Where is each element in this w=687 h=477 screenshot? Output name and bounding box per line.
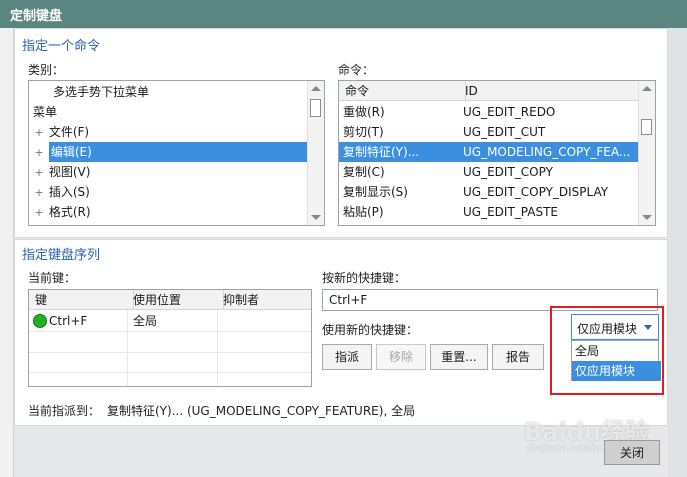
assigned-to-value: 复制特征(Y)... (UG_MODELING_COPY_FEATURE), 全…: [107, 404, 416, 418]
close-button[interactable]: 关闭: [604, 440, 660, 465]
tree-item-label: 插入(S): [48, 185, 90, 199]
current-key-row[interactable]: Ctrl+F 全局: [29, 311, 311, 332]
remove-button[interactable]: 移除: [376, 344, 426, 370]
column-header-id[interactable]: ID: [459, 81, 646, 100]
command-row[interactable]: 复制(C) UG_EDIT_COPY: [339, 162, 639, 182]
current-key-value: Ctrl+F: [49, 314, 88, 328]
scroll-thumb[interactable]: [310, 99, 321, 117]
assigned-to-label: 当前指派到：: [28, 404, 101, 418]
tree-item[interactable]: + 视图(V): [29, 162, 314, 182]
command-row[interactable]: 复制显示(S) UG_EDIT_COPY_DISPLAY: [339, 182, 639, 202]
command-row[interactable]: 剪切(T) UG_EDIT_CUT: [339, 122, 639, 142]
command-name: 剪切(T): [343, 125, 384, 139]
assign-button[interactable]: 指派: [322, 344, 372, 370]
tree-item-label: 多选手势下拉菜单: [53, 85, 150, 99]
scroll-down-icon[interactable]: [642, 215, 652, 220]
category-label: 类别：: [28, 63, 65, 77]
command-name: 复制(C): [343, 165, 385, 179]
background-window-strip: [0, 28, 14, 477]
tree-item-label: 格式(R): [48, 205, 91, 219]
tree-item[interactable]: 菜单: [29, 102, 314, 122]
expand-plus-icon[interactable]: +: [33, 183, 45, 203]
tree-item[interactable]: 多选手势下拉菜单: [29, 82, 310, 102]
command-id: UG_EDIT_COPY: [463, 165, 553, 179]
command-name: 粘贴(P): [343, 205, 384, 219]
scroll-thumb[interactable]: [641, 119, 652, 135]
reset-button[interactable]: 重置...: [430, 344, 488, 370]
command-list-header: 命令 ID: [339, 81, 646, 101]
expand-plus-icon[interactable]: +: [33, 123, 45, 143]
highlight-box: [550, 306, 664, 395]
use-new-shortcut-label: 使用新的快捷键：: [322, 323, 419, 337]
expand-plus-icon[interactable]: +: [33, 163, 45, 183]
background-window-strip-right: [668, 28, 687, 477]
assign-command-title: 指定一个命令: [22, 39, 101, 54]
command-id: UG_EDIT_CUT: [463, 125, 546, 139]
status-green-dot-icon: [33, 314, 47, 328]
report-button[interactable]: 报告: [492, 344, 544, 370]
command-row[interactable]: 重做(R) UG_EDIT_REDO: [339, 102, 639, 122]
command-id: UG_EDIT_REDO: [463, 105, 556, 119]
column-header-key[interactable]: 键: [29, 290, 134, 309]
column-header-location[interactable]: 使用位置: [127, 290, 224, 309]
table-grid-lines: [29, 372, 311, 373]
command-label: 命令：: [338, 63, 375, 77]
new-shortcut-label: 按新的快捷键：: [322, 271, 407, 285]
window-title: 定制键盘: [0, 0, 687, 28]
assign-command-panel: 指定一个命令 类别： 命令： 多选手势下拉菜单 菜单 + 文件(F) + 编辑(…: [14, 28, 668, 238]
command-row[interactable]: 粘贴(P) UG_EDIT_PASTE: [339, 202, 639, 222]
table-grid-lines: [29, 352, 311, 353]
table-grid-lines: [217, 310, 218, 386]
command-name: 复制特征(Y)...: [343, 145, 420, 159]
current-keys-table[interactable]: 键 使用位置 抑制者 Ctrl+F 全局: [28, 289, 312, 387]
tree-item-label: 视图(V): [48, 165, 91, 179]
current-key-location: 全局: [133, 314, 158, 328]
tree-item[interactable]: + 插入(S): [29, 182, 314, 202]
scroll-up-icon[interactable]: [311, 86, 321, 91]
expand-plus-icon[interactable]: +: [33, 143, 45, 163]
tree-item-label: 编辑(E): [48, 142, 309, 162]
command-list[interactable]: 命令 ID 重做(R) UG_EDIT_REDO 剪切(T) UG_EDIT_C…: [338, 80, 656, 226]
table-grid-lines: [127, 310, 128, 386]
command-row-selected[interactable]: 复制特征(Y)... UG_MODELING_COPY_FEA...: [339, 142, 639, 162]
tree-item[interactable]: + 格式(R): [29, 202, 314, 222]
tree-item-label: 菜单: [33, 105, 58, 119]
command-id: UG_MODELING_COPY_FEA...: [463, 145, 631, 159]
tree-item-selected[interactable]: + 编辑(E): [29, 142, 314, 162]
column-header-suppressed-by[interactable]: 抑制者: [217, 290, 311, 309]
current-keys-header: 键 使用位置 抑制者: [29, 290, 311, 310]
column-header-command[interactable]: 命令: [339, 81, 466, 100]
scroll-down-icon[interactable]: [311, 215, 321, 220]
command-name: 重做(R): [343, 105, 385, 119]
tree-item[interactable]: + 文件(F): [29, 122, 314, 142]
key-sequence-title: 指定键盘序列: [22, 248, 101, 263]
tree-item-label: 文件(F): [48, 125, 90, 139]
expand-plus-icon[interactable]: +: [33, 203, 45, 223]
category-tree[interactable]: 多选手势下拉菜单 菜单 + 文件(F) + 编辑(E) + 视图(V) + 插入…: [28, 80, 325, 226]
command-id: UG_EDIT_COPY_DISPLAY: [463, 185, 609, 199]
category-scrollbar[interactable]: [307, 81, 324, 225]
command-id: UG_EDIT_PASTE: [463, 205, 558, 219]
current-keys-label: 当前键：: [28, 271, 77, 285]
scroll-up-icon[interactable]: [642, 86, 652, 91]
command-name: 复制显示(S): [343, 185, 408, 199]
command-scrollbar[interactable]: [638, 81, 655, 225]
